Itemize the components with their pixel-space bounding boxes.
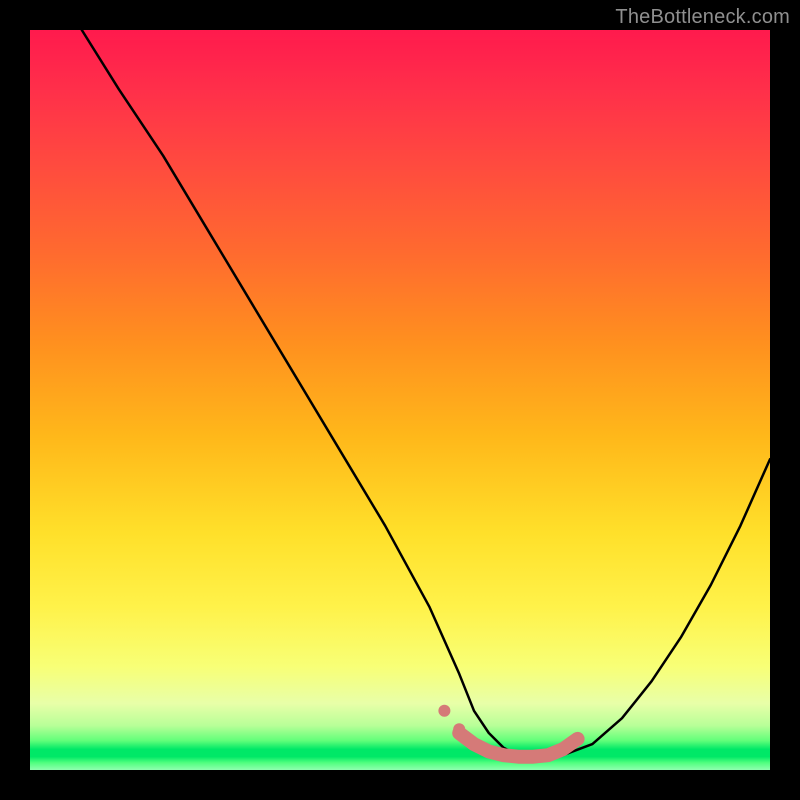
bottleneck-curve xyxy=(82,30,770,759)
curve-layer xyxy=(30,30,770,770)
chart-frame: TheBottleneck.com xyxy=(0,0,800,800)
highlight-dot xyxy=(438,705,450,717)
highlight-segment xyxy=(459,733,577,757)
highlight-dot xyxy=(453,723,465,735)
watermark-text: TheBottleneck.com xyxy=(615,6,790,29)
